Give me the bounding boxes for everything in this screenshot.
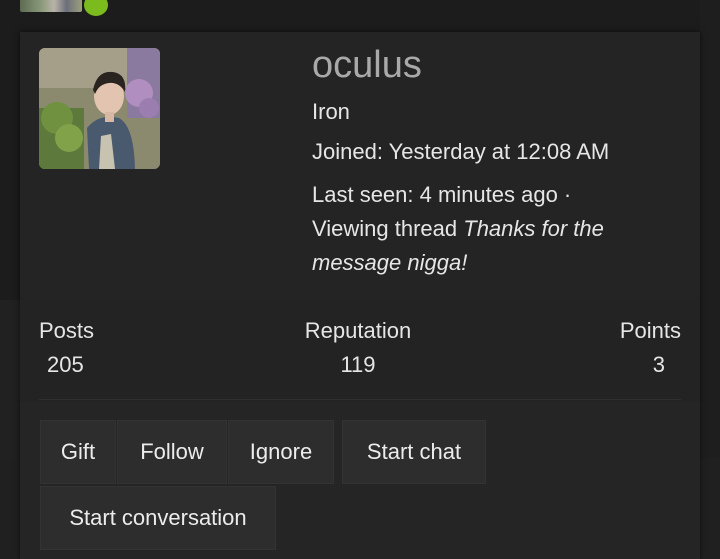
stat-points: Points 3 — [620, 318, 681, 378]
stat-reputation: Reputation 119 — [303, 318, 413, 378]
gift-button[interactable]: Gift — [40, 420, 116, 484]
start-conversation-button[interactable]: Start conversation — [40, 486, 276, 550]
member-tooltip-card: oculus Iron Joined: Yesterday at 12:08 A… — [20, 32, 700, 559]
stats-section: Posts 205 Reputation 119 Points 3 — [20, 298, 700, 402]
avatar-photo-icon — [39, 48, 160, 169]
stat-posts: Posts 205 — [39, 318, 94, 378]
username[interactable]: oculus — [312, 44, 682, 92]
start-chat-button[interactable]: Start chat — [342, 420, 486, 484]
joined-date: Joined: Yesterday at 12:08 AM — [312, 139, 610, 164]
reputation-label: Reputation — [304, 318, 412, 343]
user-avatar[interactable] — [39, 48, 160, 169]
profile-info: oculus Iron Joined: Yesterday at 12:08 A… — [312, 44, 682, 280]
viewing-thread-prefix: Viewing thread — [312, 216, 464, 241]
divider — [39, 399, 681, 400]
page: oculus Iron Joined: Yesterday at 12:08 A… — [0, 0, 720, 559]
mini-avatar-thumbnail[interactable] — [20, 0, 82, 12]
reputation-value: 119 — [340, 352, 376, 377]
ignore-button[interactable]: Ignore — [228, 420, 334, 484]
last-seen-text: Last seen: 4 minutes ago · — [312, 182, 572, 207]
card-header: oculus Iron Joined: Yesterday at 12:08 A… — [20, 32, 700, 298]
posts-label: Posts — [39, 318, 95, 343]
last-seen-activity: Last seen: 4 minutes ago · Viewing threa… — [312, 178, 682, 280]
posts-value[interactable]: 205 — [39, 352, 94, 378]
points-label: Points — [619, 318, 681, 343]
user-rank: Iron — [312, 99, 350, 124]
online-status-icon — [82, 0, 110, 18]
points-value: 3 — [652, 352, 665, 377]
follow-button[interactable]: Follow — [117, 420, 227, 484]
